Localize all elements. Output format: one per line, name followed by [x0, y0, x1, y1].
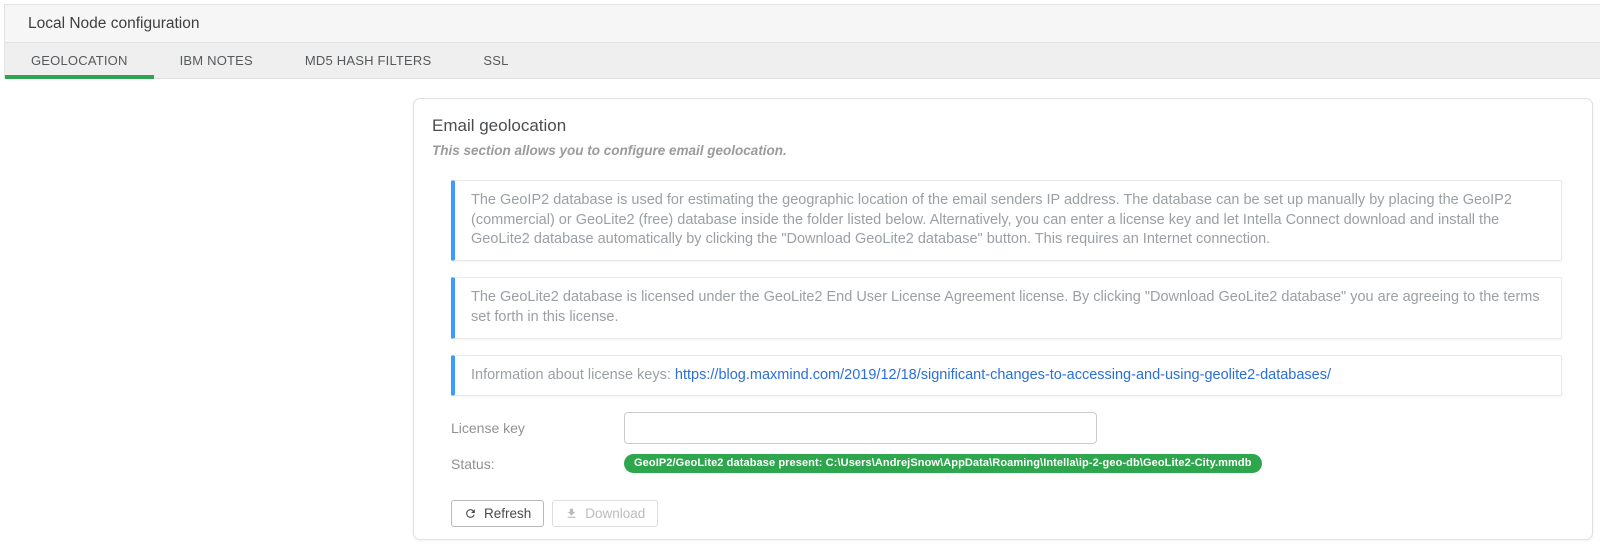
panel-body: The GeoIP2 database is used for estimati…	[451, 180, 1562, 527]
window-titlebar: Local Node configuration	[4, 4, 1600, 43]
status-row: Status: GeoIP2/GeoLite2 database present…	[451, 454, 1562, 473]
tab-label: SSL	[483, 53, 508, 68]
tab-ibm-notes[interactable]: IBM NOTES	[154, 43, 279, 78]
tab-md5-hash-filters[interactable]: MD5 HASH FILTERS	[279, 43, 457, 78]
license-keys-info-alert: Information about license keys: https://…	[451, 355, 1562, 397]
tab-geolocation[interactable]: GEOLOCATION	[5, 43, 154, 78]
tab-ssl[interactable]: SSL	[457, 43, 534, 78]
geolite2-license-alert: The GeoLite2 database is licensed under …	[451, 277, 1562, 338]
download-icon	[565, 507, 578, 520]
license-key-row: License key	[451, 412, 1562, 444]
refresh-button-label: Refresh	[484, 506, 531, 521]
status-label: Status:	[451, 456, 624, 472]
refresh-icon	[464, 507, 477, 520]
license-key-input[interactable]	[624, 412, 1097, 444]
download-button-label: Download	[585, 506, 645, 521]
license-key-label: License key	[451, 420, 624, 436]
tab-label: GEOLOCATION	[31, 53, 128, 68]
alert-text: The GeoLite2 database is licensed under …	[471, 289, 1540, 325]
refresh-button[interactable]: Refresh	[451, 500, 544, 527]
download-button[interactable]: Download	[552, 500, 658, 527]
alert-text: The GeoIP2 database is used for estimati…	[471, 192, 1512, 247]
tab-label: MD5 HASH FILTERS	[305, 53, 431, 68]
status-badge: GeoIP2/GeoLite2 database present: C:\Use…	[624, 454, 1262, 473]
panel-subtitle: This section allows you to configure ema…	[432, 143, 1562, 158]
email-geolocation-panel: Email geolocation This section allows yo…	[413, 98, 1593, 540]
tab-bar: GEOLOCATION IBM NOTES MD5 HASH FILTERS S…	[4, 43, 1600, 79]
alert-text: Information about license keys:	[471, 367, 675, 383]
tab-label: IBM NOTES	[180, 53, 253, 68]
maxmind-blog-link[interactable]: https://blog.maxmind.com/2019/12/18/sign…	[675, 367, 1331, 383]
actions-row: Refresh Download	[451, 500, 1562, 527]
page-title: Local Node configuration	[28, 15, 199, 33]
geoip2-info-alert: The GeoIP2 database is used for estimati…	[451, 180, 1562, 261]
panel-title: Email geolocation	[432, 116, 1562, 136]
